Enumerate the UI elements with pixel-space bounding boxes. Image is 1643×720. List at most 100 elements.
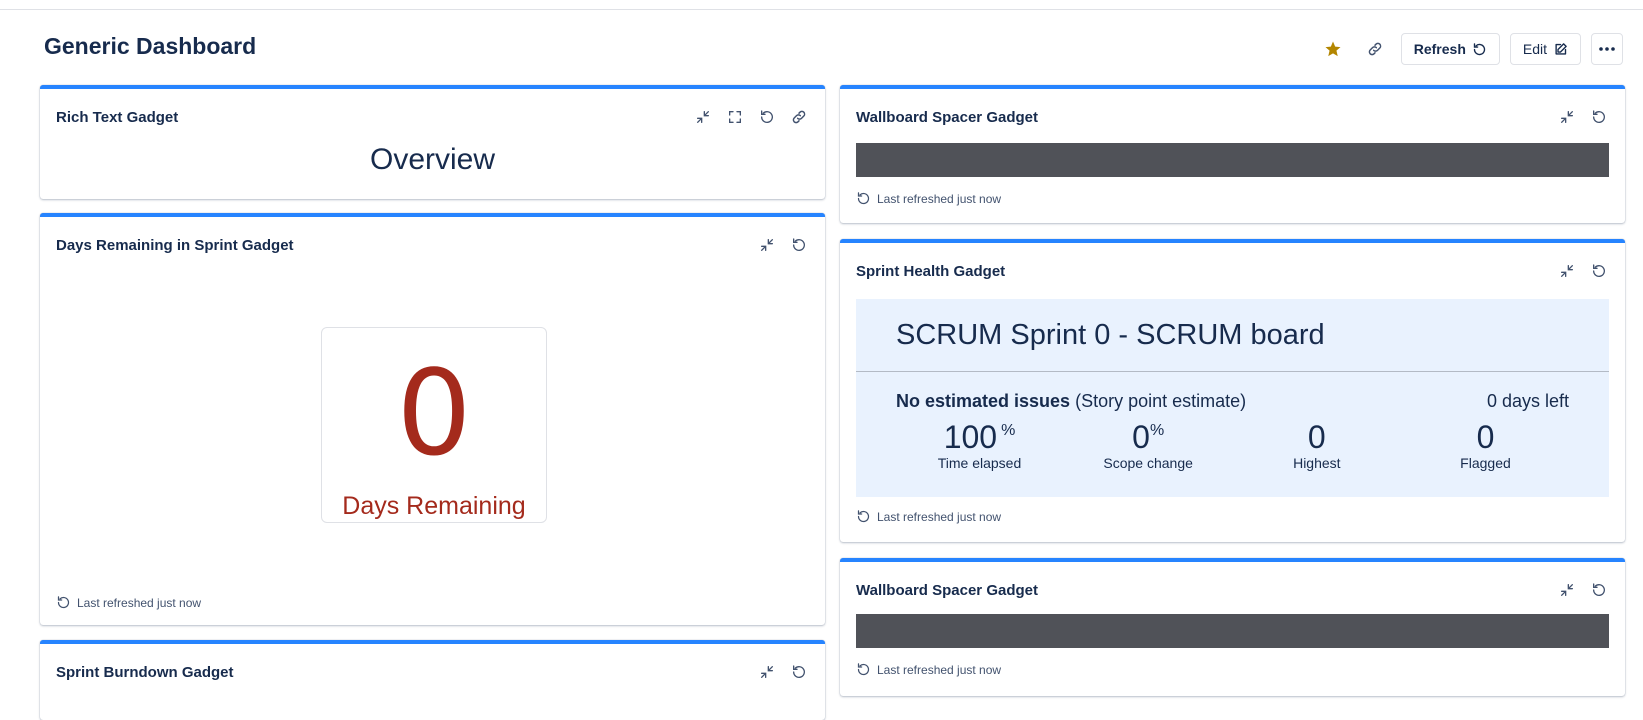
estimate-summary: No estimated issues (Story point estimat… xyxy=(896,391,1246,412)
metric-label: Time elapsed xyxy=(937,455,1022,471)
sprint-name: SCRUM Sprint 0 - SCRUM board xyxy=(896,319,1325,351)
gadget-refresh-button[interactable] xyxy=(787,660,811,684)
last-refreshed: Last refreshed just now xyxy=(856,662,1001,677)
minimize-button[interactable] xyxy=(1555,259,1579,283)
metric-label: Scope change xyxy=(1103,455,1193,471)
metric-unit: % xyxy=(1149,422,1165,439)
sprint-burndown-gadget: Sprint Burndown Gadget xyxy=(40,640,825,720)
minimize-icon xyxy=(1561,265,1573,277)
last-refreshed-text: Last refreshed just now xyxy=(77,595,202,610)
fullscreen-icon xyxy=(729,111,741,123)
minimize-button[interactable] xyxy=(691,105,715,129)
metric-value: 0 xyxy=(1476,419,1495,455)
metric-value: 0 xyxy=(1132,419,1150,455)
spacer-bar xyxy=(856,143,1609,177)
minimize-icon xyxy=(761,666,773,678)
divider xyxy=(856,371,1609,372)
days-remaining-gadget: Days Remaining in Sprint Gadget 0 Days R… xyxy=(40,213,825,625)
page-title: Generic Dashboard xyxy=(44,33,257,59)
sprint-health-gadget: Sprint Health Gadget SCRUM Sprint 0 - SC… xyxy=(840,239,1625,542)
last-refreshed: Last refreshed just now xyxy=(856,191,1001,206)
metric-scope-change: 0% Scope change xyxy=(1065,421,1232,471)
last-refreshed: Last refreshed just now xyxy=(56,595,201,610)
minimize-button[interactable] xyxy=(755,660,779,684)
days-remaining-card: 0 Days Remaining xyxy=(321,327,547,523)
sprint-health-panel: SCRUM Sprint 0 - SCRUM board No estimate… xyxy=(856,299,1609,497)
edit-icon xyxy=(1555,42,1567,55)
last-refreshed-text: Last refreshed just now xyxy=(877,662,1002,677)
gadget-actions xyxy=(755,660,811,684)
more-actions-button[interactable] xyxy=(1591,33,1623,65)
gadget-refresh-button[interactable] xyxy=(1587,578,1611,602)
refresh-icon xyxy=(1593,583,1605,596)
metric-flagged: 0 Flagged xyxy=(1402,421,1569,471)
gadget-title: Sprint Burndown Gadget xyxy=(56,664,234,681)
gadget-refresh-button[interactable] xyxy=(755,105,779,129)
copy-link-button[interactable] xyxy=(1359,33,1391,65)
gadget-link-button[interactable] xyxy=(787,105,811,129)
refresh-icon xyxy=(857,192,870,205)
last-refreshed: Last refreshed just now xyxy=(856,509,1001,524)
link-icon xyxy=(792,110,806,124)
dashboard-toolbar: Refresh Edit xyxy=(1317,33,1623,65)
refresh-icon xyxy=(1593,110,1605,123)
spacer-bar xyxy=(856,614,1609,648)
more-icon xyxy=(1599,47,1615,51)
rich-text-gadget: Rich Text Gadget Overview xyxy=(40,85,825,199)
last-refreshed-text: Last refreshed just now xyxy=(877,191,1002,206)
minimize-icon xyxy=(1561,584,1573,596)
estimate-status: No estimated issues xyxy=(896,391,1071,411)
wallboard-spacer-gadget: Wallboard Spacer Gadget Last refreshed j… xyxy=(840,558,1625,696)
days-remaining-label: Days Remaining xyxy=(342,492,526,520)
refresh-icon xyxy=(1473,42,1486,55)
star-icon xyxy=(1325,41,1341,57)
days-remaining-value: 0 xyxy=(396,344,472,482)
gadget-title: Days Remaining in Sprint Gadget xyxy=(56,237,294,254)
last-refreshed-text: Last refreshed just now xyxy=(877,509,1002,524)
star-button[interactable] xyxy=(1317,33,1349,65)
gadget-refresh-button[interactable] xyxy=(787,233,811,257)
refresh-icon xyxy=(857,510,870,523)
gadget-actions xyxy=(1555,105,1611,129)
top-divider xyxy=(0,9,1643,10)
refresh-icon xyxy=(761,110,773,123)
metric-value: 100 xyxy=(943,419,998,455)
refresh-icon xyxy=(793,238,805,251)
refresh-icon xyxy=(857,663,870,676)
metric-label: Flagged xyxy=(1460,455,1511,471)
gadget-title: Rich Text Gadget xyxy=(56,109,179,126)
metric-highest: 0 Highest xyxy=(1233,421,1400,471)
gadget-title: Wallboard Spacer Gadget xyxy=(856,109,1038,126)
metric-unit: % xyxy=(1001,422,1016,439)
refresh-icon xyxy=(57,596,70,609)
estimate-type: (Story point estimate) xyxy=(1070,391,1247,411)
gadget-title: Sprint Health Gadget xyxy=(856,263,1006,280)
minimize-button[interactable] xyxy=(755,233,779,257)
edit-button-label: Edit xyxy=(1522,41,1547,57)
rich-text-content: Overview xyxy=(369,143,496,176)
gadget-refresh-button[interactable] xyxy=(1587,259,1611,283)
gadget-refresh-button[interactable] xyxy=(1587,105,1611,129)
refresh-icon xyxy=(1593,264,1605,277)
gadget-actions xyxy=(1555,259,1611,283)
edit-button[interactable]: Edit xyxy=(1509,33,1581,65)
wallboard-spacer-gadget: Wallboard Spacer Gadget Last refreshed j… xyxy=(840,85,1625,223)
minimize-button[interactable] xyxy=(1555,578,1579,602)
gadget-title: Wallboard Spacer Gadget xyxy=(856,582,1038,599)
minimize-icon xyxy=(761,239,773,251)
gadget-actions xyxy=(755,233,811,257)
gadget-actions xyxy=(1555,578,1611,602)
minimize-button[interactable] xyxy=(1555,105,1579,129)
minimize-icon xyxy=(1561,111,1573,123)
metric-label: Highest xyxy=(1293,455,1341,471)
days-left: 0 days left xyxy=(1486,391,1569,411)
metric-value: 0 xyxy=(1307,419,1326,455)
link-icon xyxy=(1368,42,1382,56)
minimize-icon xyxy=(697,111,709,123)
refresh-button-label: Refresh xyxy=(1413,41,1466,57)
refresh-icon xyxy=(793,665,805,678)
fullscreen-button[interactable] xyxy=(723,105,747,129)
refresh-button[interactable]: Refresh xyxy=(1400,33,1500,65)
gadget-actions xyxy=(691,105,811,129)
health-metrics: 100% Time elapsed 0% Scope change 0 High… xyxy=(896,421,1569,471)
